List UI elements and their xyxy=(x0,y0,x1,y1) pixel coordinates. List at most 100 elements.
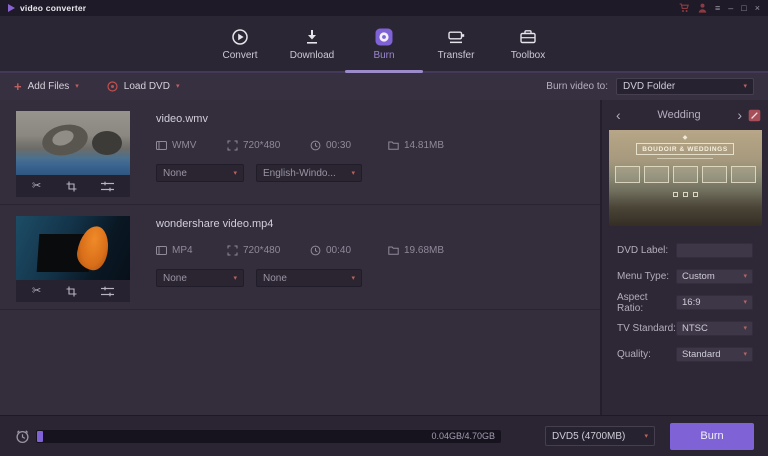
quality-caret-icon: ▾ xyxy=(743,351,747,358)
video-converter-window: video converter ≡ – □ × Convert Download… xyxy=(0,0,768,456)
trim-icon[interactable]: ✂ xyxy=(32,180,41,192)
template-menu-nav-buttons xyxy=(609,192,762,197)
dvd-label-row: DVD Label: xyxy=(617,243,753,258)
menu-type-dropdown[interactable]: Custom ▾ xyxy=(676,269,753,284)
subtitle-caret-icon: ▾ xyxy=(351,169,355,177)
effects-icon[interactable] xyxy=(101,181,114,192)
burn-target-group: Burn video to: DVD Folder ▾ xyxy=(546,78,754,95)
trim-icon[interactable]: ✂ xyxy=(32,285,41,297)
thumbnail-wrap: ✂ xyxy=(16,216,130,309)
duration-icon xyxy=(310,140,321,151)
aspect-ratio-caret-icon: ▾ xyxy=(743,299,747,306)
template-chapter-frames xyxy=(609,166,762,183)
format-icon xyxy=(156,141,167,150)
load-dvd-button[interactable]: Load DVD ▾ xyxy=(107,81,180,92)
menu-icon[interactable]: ≡ xyxy=(715,3,720,13)
crop-icon[interactable] xyxy=(66,286,77,297)
tv-standard-caret-icon: ▾ xyxy=(743,325,747,332)
file-name: video.wmv xyxy=(156,113,208,125)
tv-standard-value: NTSC xyxy=(682,323,708,334)
disc-type-dropdown[interactable]: DVD5 (4700MB) ▾ xyxy=(545,426,655,446)
app-title: video converter xyxy=(20,3,87,13)
audio-caret-icon: ▾ xyxy=(233,274,237,282)
dvd-menu-template-preview[interactable]: ◆ BOUDOIR & WEDDINGS xyxy=(608,130,762,226)
subtitle-dropdown[interactable]: English-Windo... ▾ xyxy=(256,164,362,182)
add-files-button[interactable]: + Add Files ▾ xyxy=(14,80,79,93)
file-row-1[interactable]: ✂ video.wmv WMV 720*480 00:30 14.81MB No… xyxy=(0,100,600,205)
template-subtitle-line xyxy=(657,158,713,159)
edit-pencil-icon xyxy=(748,109,761,121)
main-area: ✂ video.wmv WMV 720*480 00:30 14.81MB No… xyxy=(0,100,768,415)
add-files-label: Add Files xyxy=(27,81,70,92)
transfer-icon xyxy=(448,30,465,43)
tab-toolbox[interactable]: Toolbox xyxy=(492,27,564,61)
subtitle-value: None xyxy=(263,272,287,284)
aspect-ratio-row: Aspect Ratio: 16:9 ▾ xyxy=(617,292,753,314)
toolbox-icon xyxy=(520,29,536,43)
tv-standard-row: TV Standard: NTSC ▾ xyxy=(617,321,753,336)
edit-template-button[interactable] xyxy=(748,109,761,122)
menu-type-row: Menu Type: Custom ▾ xyxy=(617,269,753,284)
video-thumbnail-fox xyxy=(16,216,130,280)
burn-target-caret-icon: ▾ xyxy=(743,83,747,90)
video-thumbnail-seals xyxy=(16,111,130,175)
aspect-ratio-dropdown[interactable]: 16:9 ▾ xyxy=(676,295,753,310)
thumbnail-toolbar: ✂ xyxy=(16,280,130,302)
file-meta: WMV 720*480 00:30 14.81MB xyxy=(156,140,586,151)
maximize-button[interactable]: □ xyxy=(741,3,746,13)
aspect-ratio-label: Aspect Ratio: xyxy=(617,291,648,314)
schedule-clock-icon[interactable] xyxy=(14,428,31,444)
thumbnail-wrap: ✂ xyxy=(16,111,130,204)
cart-icon[interactable] xyxy=(679,3,690,13)
file-size: 19.68MB xyxy=(404,245,445,256)
file-duration: 00:30 xyxy=(326,140,352,151)
tab-transfer[interactable]: Transfer xyxy=(420,27,492,61)
audio-track-dropdown[interactable]: None ▾ xyxy=(156,164,244,182)
tab-download[interactable]: Download xyxy=(276,27,348,61)
disc-type-value: DVD5 (4700MB) xyxy=(552,430,626,442)
subtitle-value: English-Windo... xyxy=(263,167,336,179)
toolbar: + Add Files ▾ Load DVD ▾ Burn video to: … xyxy=(0,73,768,100)
format-icon xyxy=(156,246,167,255)
next-template-icon[interactable]: › xyxy=(737,108,742,122)
menu-type-value: Custom xyxy=(682,271,715,282)
menu-type-label: Menu Type: xyxy=(617,271,670,282)
burn-button[interactable]: Burn xyxy=(670,422,754,450)
add-files-caret-icon[interactable]: ▾ xyxy=(75,83,79,90)
burn-target-dropdown[interactable]: DVD Folder ▾ xyxy=(616,78,754,95)
dvd-label-input[interactable] xyxy=(676,243,753,258)
close-button[interactable]: × xyxy=(755,3,760,13)
audio-track-value: None xyxy=(163,272,187,284)
audio-track-dropdown[interactable]: None ▾ xyxy=(156,269,244,287)
effects-icon[interactable] xyxy=(101,286,114,297)
file-resolution: 720*480 xyxy=(243,245,281,256)
account-icon[interactable] xyxy=(698,3,707,13)
file-row-2[interactable]: ✂ wondershare video.mp4 MP4 720*480 00:4… xyxy=(0,205,600,310)
tab-download-label: Download xyxy=(289,49,335,61)
file-size: 14.81MB xyxy=(404,140,445,151)
crop-icon[interactable] xyxy=(66,181,77,192)
file-dropdowns: None ▾ English-Windo... ▾ xyxy=(156,164,586,182)
status-bar: 0.04GB/4.70GB DVD5 (4700MB) ▾ Burn xyxy=(0,415,768,456)
file-duration: 00:40 xyxy=(326,245,352,256)
tab-toolbox-label: Toolbox xyxy=(510,49,546,61)
resolution-icon xyxy=(227,140,238,151)
file-format: MP4 xyxy=(172,245,193,256)
subtitle-dropdown[interactable]: None ▾ xyxy=(256,269,362,287)
file-info: wondershare video.mp4 MP4 720*480 00:40 … xyxy=(130,216,586,309)
load-dvd-caret-icon[interactable]: ▾ xyxy=(176,83,180,90)
tab-convert[interactable]: Convert xyxy=(204,27,276,61)
titlebar: video converter ≡ – □ × xyxy=(0,0,768,16)
active-tab-underline xyxy=(345,70,423,73)
minimize-button[interactable]: – xyxy=(728,3,733,13)
quality-dropdown[interactable]: Standard ▾ xyxy=(676,347,753,362)
tab-burn-label: Burn xyxy=(373,49,395,61)
tab-burn[interactable]: Burn xyxy=(348,27,420,61)
file-dropdowns: None ▾ None ▾ xyxy=(156,269,586,287)
app-logo-play-icon xyxy=(8,4,15,12)
tv-standard-dropdown[interactable]: NTSC ▾ xyxy=(676,321,753,336)
disc-capacity-used xyxy=(37,430,43,442)
convert-icon xyxy=(232,28,248,45)
file-resolution: 720*480 xyxy=(243,140,281,151)
disc-capacity-bar[interactable]: 0.04GB/4.70GB xyxy=(36,429,501,443)
